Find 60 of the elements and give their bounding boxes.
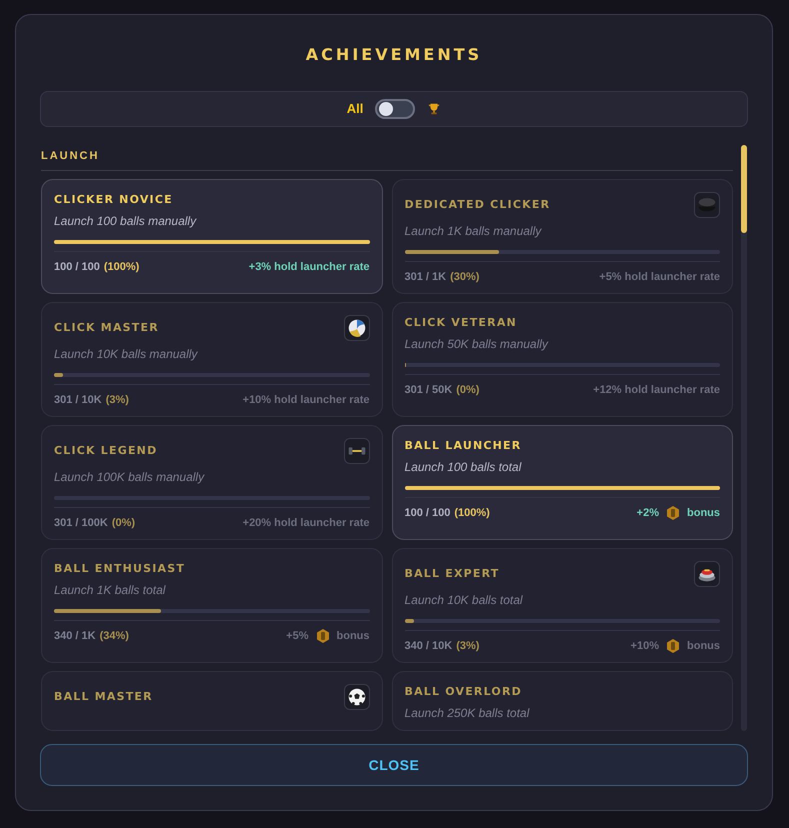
- coin-icon: [665, 638, 681, 654]
- achievement-title: BALL OVERLORD: [404, 684, 522, 700]
- close-button[interactable]: CLOSE: [40, 744, 748, 786]
- progress-count: 100 / 100: [54, 260, 100, 276]
- achievement-description: Launch 100K balls manually: [54, 469, 206, 486]
- reward-value: +2%: [636, 506, 659, 522]
- progress-percent: (30%): [450, 270, 480, 286]
- achievement-description: Launch 1K balls manually: [404, 223, 543, 240]
- achievement-title: CLICK LEGEND: [54, 443, 158, 460]
- reward-label: bonus: [687, 506, 720, 522]
- achievement-description: Launch 10K balls manually: [54, 346, 199, 364]
- achievement-title: BALL LAUNCHER: [404, 438, 522, 454]
- achievement-description: Launch 50K balls manually: [404, 336, 550, 354]
- progress-percent: (34%): [100, 629, 129, 644]
- reward-value: +10%: [630, 639, 659, 654]
- trophy-icon: [427, 102, 442, 116]
- reward-text: +12% hold launcher rate: [593, 383, 720, 398]
- progress-percent: (0%): [112, 516, 136, 532]
- reward-text: +20% hold launcher rate: [242, 516, 370, 532]
- puck-icon: [694, 192, 720, 218]
- section-heading: LAUNCH: [41, 148, 733, 172]
- coin-icon: [314, 628, 330, 644]
- achievement-description: Launch 250K balls total: [404, 705, 530, 722]
- achievement-description: Launch 100 balls manually: [54, 213, 198, 230]
- progress-count: 340 / 10K: [404, 639, 452, 654]
- progress-percent: (3%): [106, 393, 129, 408]
- reward-label: bonus: [336, 629, 370, 644]
- soccer-icon: [344, 684, 370, 710]
- progress-count: 301 / 100K: [54, 516, 108, 532]
- achievement-title: CLICK VETERAN: [404, 315, 517, 332]
- progress-percent: (100%): [454, 506, 490, 522]
- achievement-title: BALL ENTHUSIAST: [54, 561, 186, 578]
- scrollbar[interactable]: [741, 144, 747, 732]
- achievement-description: Launch 10K balls total: [404, 592, 524, 610]
- progress-count: 301 / 50K: [404, 383, 452, 398]
- progress-percent: (0%): [456, 383, 480, 398]
- reward-text: +3% hold launcher rate: [248, 260, 370, 276]
- progress-percent: (3%): [456, 639, 480, 654]
- filter-label: All: [346, 100, 364, 118]
- achievement-title: BALL MASTER: [54, 689, 153, 706]
- reward-text: +5% hold launcher rate: [599, 270, 720, 286]
- progress-percent: (100%): [104, 260, 140, 276]
- dumbbell-icon: [344, 438, 370, 464]
- achievement-title: CLICK MASTER: [54, 320, 159, 336]
- achievement-description: Launch 100 balls total: [404, 459, 522, 476]
- reward-label: bonus: [687, 639, 720, 654]
- reward-text: +10% hold launcher rate: [242, 393, 370, 408]
- curling-icon: [694, 561, 720, 588]
- filter-toggle[interactable]: [375, 98, 416, 119]
- achievement-title: BALL EXPERT: [404, 566, 500, 582]
- progress-count: 301 / 1K: [404, 270, 446, 286]
- progress-count: 301 / 10K: [54, 393, 102, 408]
- coin-icon: [665, 505, 681, 522]
- progress-count: 340 / 1K: [54, 629, 96, 644]
- progress-count: 100 / 100: [404, 506, 450, 522]
- reward-value: +5%: [286, 629, 308, 644]
- achievement-title: DEDICATED CLICKER: [404, 197, 550, 214]
- dialog-title: ACHIEVEMENTS: [306, 45, 482, 65]
- achievement-title: CLICKER NOVICE: [54, 192, 173, 208]
- achievement-description: Launch 1K balls total: [54, 582, 167, 600]
